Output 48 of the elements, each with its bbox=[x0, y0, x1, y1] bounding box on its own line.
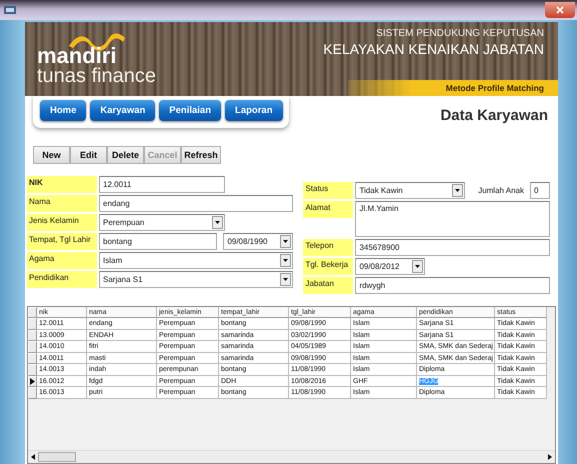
field-label: Alamat bbox=[303, 200, 354, 218]
header-subtitle: SISTEM PENDUKUNG KEPUTUSAN bbox=[376, 28, 545, 39]
field-label: NIK bbox=[27, 176, 97, 193]
field-label: Telepon bbox=[303, 238, 354, 256]
text-field[interactable]: rdwygh bbox=[355, 276, 550, 294]
app-icon bbox=[4, 6, 16, 14]
dropdown-field[interactable]: 09/08/2012 bbox=[355, 258, 426, 275]
field-label: Nama bbox=[27, 194, 97, 212]
scroll-right-icon[interactable] bbox=[548, 454, 552, 460]
scroll-thumb[interactable] bbox=[38, 452, 76, 462]
field-label: Jabatan bbox=[303, 276, 354, 294]
dropdown-field[interactable]: Tidak Kawin bbox=[355, 182, 466, 199]
field-label: Tempat, Tgl Lahir bbox=[27, 232, 97, 250]
scroll-left-icon[interactable] bbox=[31, 454, 35, 460]
text-field[interactable]: 0 bbox=[530, 182, 550, 199]
current-row-icon bbox=[30, 378, 35, 385]
dropdown-field[interactable]: Perempuan bbox=[99, 214, 225, 231]
field-label: Status bbox=[303, 182, 354, 199]
text-field[interactable]: endang bbox=[99, 194, 294, 212]
nav-button[interactable]: Home bbox=[40, 100, 86, 121]
toolbar-button[interactable]: Delete bbox=[107, 146, 144, 164]
nav-button[interactable]: Laporan bbox=[225, 100, 282, 121]
close-button[interactable] bbox=[545, 2, 575, 18]
address-field[interactable]: Jl.M.Yamin bbox=[355, 200, 550, 237]
page-title: Data Karyawan bbox=[440, 107, 548, 124]
toolbar-button[interactable]: Refresh bbox=[181, 146, 221, 164]
field-label: Jenis Kelamin bbox=[27, 214, 97, 231]
horizontal-scrollbar[interactable] bbox=[28, 450, 555, 463]
nav-button[interactable]: Karyawan bbox=[90, 100, 156, 121]
nav-button[interactable]: Penilaian bbox=[159, 100, 222, 121]
logo-text: tunas finance bbox=[37, 66, 156, 86]
field-label: Jumlah Anak bbox=[478, 186, 524, 195]
field-label: Tgl. Bekerja bbox=[303, 258, 354, 275]
field-label: Agama bbox=[27, 252, 97, 269]
dropdown-field[interactable]: Islam bbox=[99, 252, 294, 269]
close-icon bbox=[556, 6, 564, 14]
method-banner: Metode Profile Matching bbox=[348, 80, 558, 96]
dropdown-field[interactable]: 09/08/1990 bbox=[223, 232, 294, 250]
field-label: Pendidikan bbox=[27, 270, 97, 288]
toolbar-button[interactable]: Edit bbox=[70, 146, 107, 164]
text-field[interactable]: bontang bbox=[99, 232, 218, 250]
header-title: KELAYAKAN KENAIKAN JABATAN bbox=[323, 41, 545, 57]
toolbar-button[interactable]: New bbox=[33, 146, 70, 164]
logo-text: mandiri bbox=[37, 46, 116, 66]
row-header[interactable] bbox=[28, 376, 37, 388]
text-field[interactable]: 12.0011 bbox=[99, 176, 225, 193]
dropdown-field[interactable]: Sarjana S1 bbox=[99, 270, 294, 288]
text-field[interactable]: 345678900 bbox=[355, 238, 550, 256]
